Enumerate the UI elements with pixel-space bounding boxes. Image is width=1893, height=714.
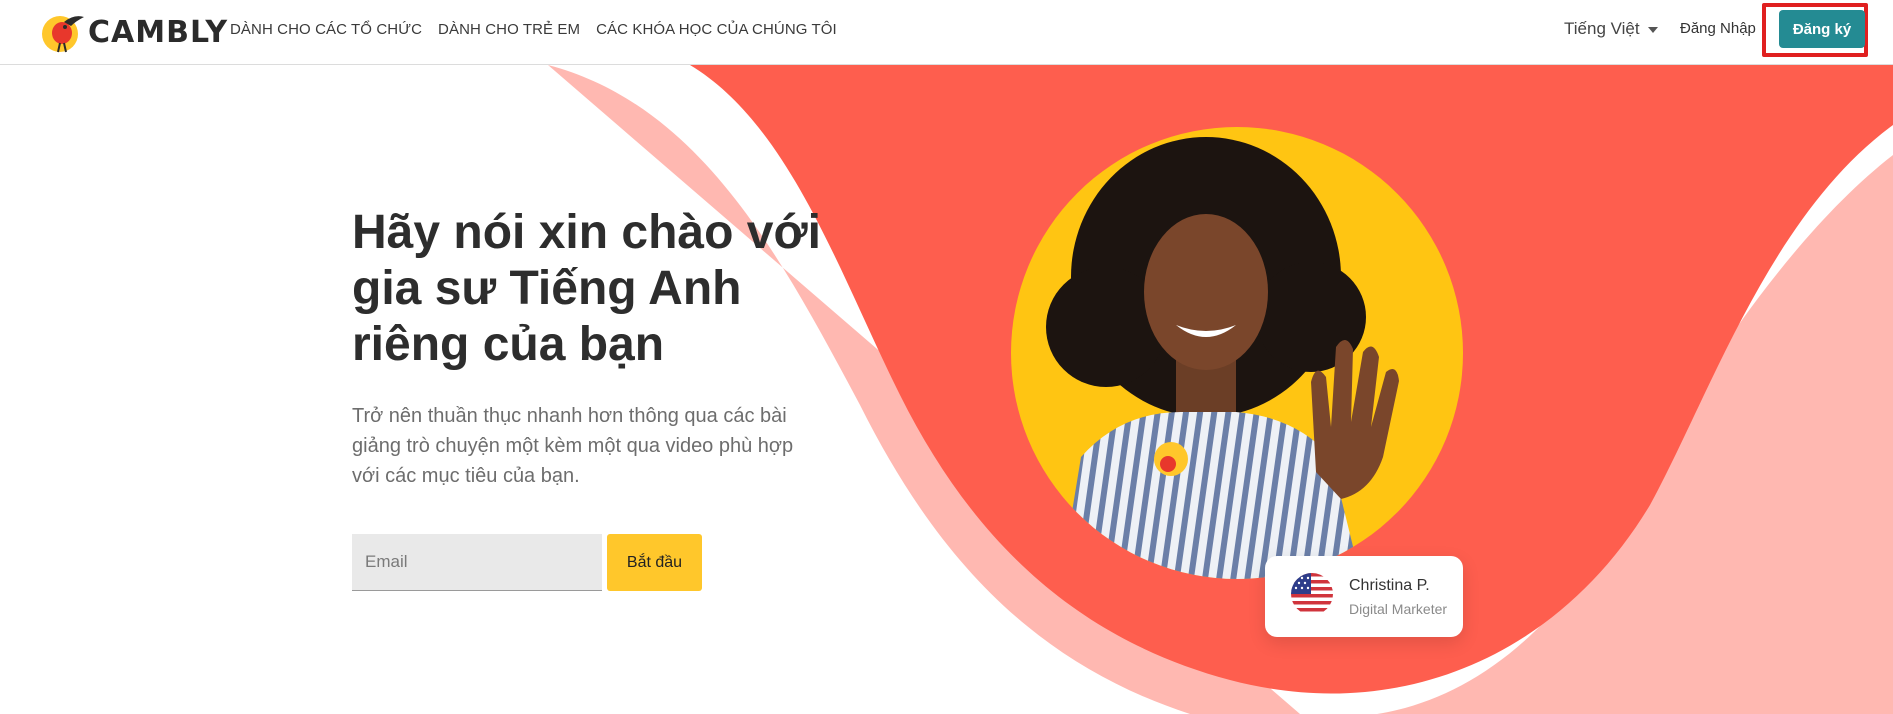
language-selector[interactable]: Tiếng Việt <box>1564 19 1658 39</box>
tutor-name: Christina P. <box>1349 577 1430 594</box>
nav-item-courses[interactable]: CÁC KHÓA HỌC CỦA CHÚNG TÔI <box>596 21 837 38</box>
tutor-info-card: Christina P. Digital Marketer <box>1265 556 1463 637</box>
login-link[interactable]: Đăng Nhập <box>1680 20 1756 37</box>
signup-button[interactable]: Đăng ký <box>1779 10 1865 48</box>
hero-background-shapes <box>548 65 1893 714</box>
chevron-down-icon <box>1647 27 1658 33</box>
nav-item-organizations[interactable]: DÀNH CHO CÁC TỔ CHỨC <box>230 21 422 38</box>
hero-subtext: Trở nên thuần thục nhanh hơn thông qua c… <box>352 405 794 487</box>
top-navigation-bar: CAMBLY DÀNH CHO CÁC TỔ CHỨC DÀNH CHO TRẺ… <box>0 0 1893 65</box>
us-flag-icon <box>1291 573 1333 615</box>
nav-item-kids[interactable]: DÀNH CHO TRẺ EM <box>438 21 580 38</box>
email-input[interactable] <box>352 534 602 591</box>
start-button[interactable]: Bắt đầu <box>607 534 702 591</box>
tutor-role: Digital Marketer <box>1349 601 1448 617</box>
cambly-bird-icon <box>42 16 84 53</box>
cambly-logo[interactable]: CAMBLY <box>40 8 228 56</box>
primary-nav: DÀNH CHO CÁC TỔ CHỨC DÀNH CHO TRẺ EM CÁC… <box>230 21 853 38</box>
language-label: Tiếng Việt <box>1564 19 1640 38</box>
tutor-portrait-image <box>1011 127 1463 579</box>
brand-name: CAMBLY <box>88 14 229 50</box>
hero-headline: Hãy nói xin chào với gia sư Tiếng Anh ri… <box>352 206 821 371</box>
